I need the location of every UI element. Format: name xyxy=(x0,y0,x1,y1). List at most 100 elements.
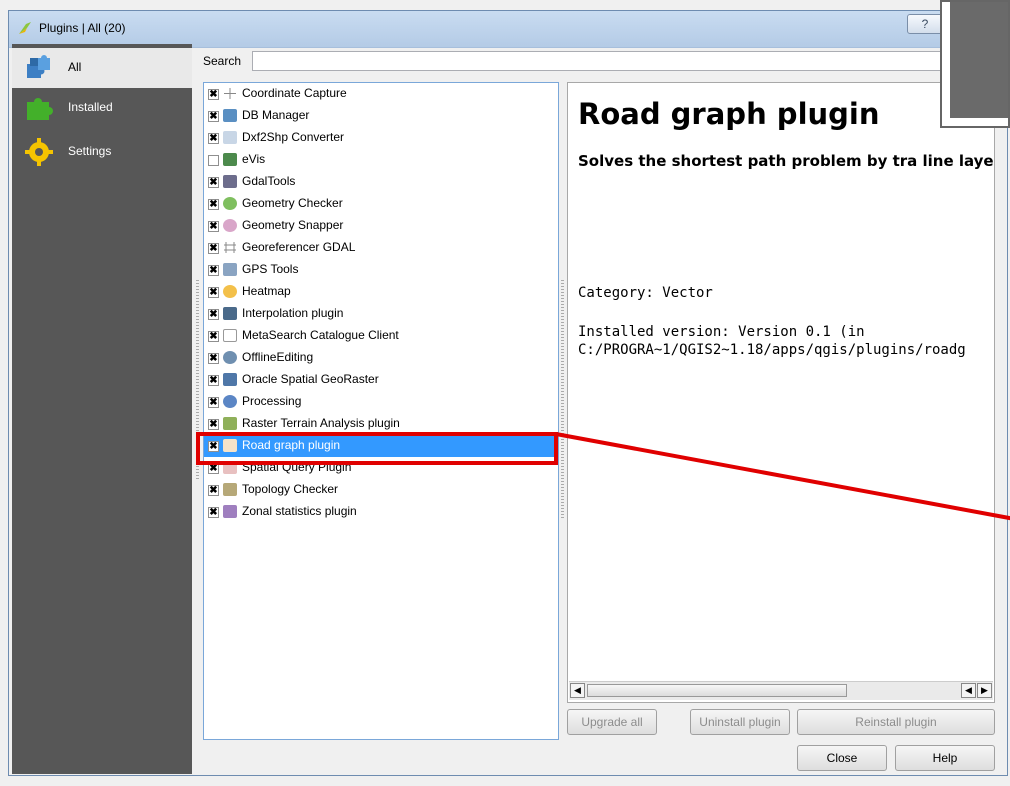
plugin-row-dxf2shp[interactable]: ✖ Dxf2Shp Converter xyxy=(204,127,558,149)
plugin-row-processing[interactable]: ✖ Processing xyxy=(204,391,558,413)
plugin-row-geometry-snapper[interactable]: ✖ Geometry Snapper xyxy=(204,215,558,237)
sidebar-item-label: Settings xyxy=(68,144,112,158)
sidebar-item-label: Installed xyxy=(68,100,113,114)
plugin-details-description: Solves the shortest path problem by tra … xyxy=(578,152,995,170)
plugin-checkbox[interactable]: ✖ xyxy=(208,353,219,364)
search-input[interactable] xyxy=(252,51,952,71)
plugin-row-interpolation[interactable]: ✖ Interpolation plugin xyxy=(204,303,558,325)
plugin-row-gps-tools[interactable]: ✖ GPS Tools xyxy=(204,259,558,281)
plugin-row-db-manager[interactable]: ✖ DB Manager xyxy=(204,105,558,127)
scrollbar-thumb[interactable] xyxy=(587,684,847,697)
plugin-row-geometry-checker[interactable]: ✖ Geometry Checker xyxy=(204,193,558,215)
help-button[interactable]: Help xyxy=(895,745,995,771)
zonal-statistics-icon xyxy=(223,505,237,518)
plugin-label: Oracle Spatial GeoRaster xyxy=(242,372,379,386)
scroll-left-arrow-icon[interactable]: ◀ xyxy=(570,683,585,698)
plugin-checkbox[interactable]: ✖ xyxy=(208,331,219,342)
plugin-label: MetaSearch Catalogue Client xyxy=(242,328,399,342)
plugin-checkbox[interactable]: ✖ xyxy=(208,89,219,100)
plugin-details-pane: Road graph plugin Solves the shortest pa… xyxy=(567,82,995,703)
right-splitter-handle[interactable] xyxy=(561,280,564,520)
plugin-row-evis[interactable]: eVis xyxy=(204,149,558,171)
plugin-details-category: Category: Vector xyxy=(578,285,713,301)
oracle-georaster-icon xyxy=(223,373,237,386)
evis-icon xyxy=(223,153,237,166)
heatmap-icon xyxy=(223,285,237,298)
plugin-label: Processing xyxy=(242,394,302,408)
plugin-checkbox[interactable]: ✖ xyxy=(208,507,219,518)
sidebar-item-settings[interactable]: Settings xyxy=(12,132,192,172)
plugin-checkbox[interactable]: ✖ xyxy=(208,375,219,386)
plugin-row-topology-checker[interactable]: ✖ Topology Checker xyxy=(204,479,558,501)
plugin-label: Zonal statistics plugin xyxy=(242,504,357,518)
plugin-label: Geometry Checker xyxy=(242,196,343,210)
plugin-label: GdalTools xyxy=(242,174,296,188)
plugin-row-metasearch[interactable]: ✖ MetaSearch Catalogue Client xyxy=(204,325,558,347)
database-icon xyxy=(223,109,237,122)
details-horizontal-scrollbar[interactable]: ◀ ◀ ▶ xyxy=(569,681,993,700)
scroll-left-small-arrow-icon[interactable]: ◀ xyxy=(961,683,976,698)
plugin-details-installed-version: Installed version: Version 0.1 (in C:/PR… xyxy=(578,324,966,358)
plugin-checkbox[interactable]: ✖ xyxy=(208,309,219,320)
plugin-label: Heatmap xyxy=(242,284,291,298)
all-puzzle-icon xyxy=(27,55,50,78)
plugin-checkbox[interactable]: ✖ xyxy=(208,265,219,276)
dxf-convert-icon xyxy=(223,131,237,144)
reinstall-plugin-button[interactable]: Reinstall plugin xyxy=(797,709,995,735)
plugin-checkbox[interactable]: ✖ xyxy=(208,485,219,496)
plugin-label: GPS Tools xyxy=(242,262,299,276)
plugin-label: Coordinate Capture xyxy=(242,86,347,100)
plugin-row-offline-editing[interactable]: ✖ OfflineEditing xyxy=(204,347,558,369)
plugin-checkbox[interactable]: ✖ xyxy=(208,221,219,232)
plugin-row-heatmap[interactable]: ✖ Heatmap xyxy=(204,281,558,303)
sidebar-item-installed[interactable]: Installed xyxy=(12,88,192,128)
uninstall-plugin-button[interactable]: Uninstall plugin xyxy=(690,709,790,735)
upgrade-all-button[interactable]: Upgrade all xyxy=(567,709,657,735)
metasearch-icon xyxy=(223,329,237,342)
crosshair-icon xyxy=(224,88,236,99)
processing-gear-icon xyxy=(223,395,237,408)
plugin-checkbox[interactable]: ✖ xyxy=(208,177,219,188)
plugin-row-gdaltools[interactable]: ✖ GdalTools xyxy=(204,171,558,193)
plugin-checkbox[interactable]: ✖ xyxy=(208,199,219,210)
sidebar-item-all[interactable]: All xyxy=(12,48,192,88)
plugin-label: Georeferencer GDAL xyxy=(242,240,356,254)
plugin-label: eVis xyxy=(242,152,266,166)
plugin-label: Dxf2Shp Converter xyxy=(242,130,345,144)
plugin-label: Raster Terrain Analysis plugin xyxy=(242,416,400,430)
scroll-right-arrow-icon[interactable]: ▶ xyxy=(977,683,992,698)
geometry-checker-icon xyxy=(223,197,237,210)
qgis-logo-icon xyxy=(19,22,31,34)
search-label: Search xyxy=(203,54,242,68)
gps-icon xyxy=(223,263,237,276)
plugin-label: Interpolation plugin xyxy=(242,306,344,320)
plugin-details-title: Road graph plugin xyxy=(578,97,880,131)
plugin-checkbox[interactable]: ✖ xyxy=(208,397,219,408)
plugin-label: Topology Checker xyxy=(242,482,339,496)
plugin-checkbox-unchecked[interactable] xyxy=(208,155,219,166)
context-help-button[interactable]: ? xyxy=(907,14,943,34)
interpolation-icon xyxy=(223,307,237,320)
geometry-snapper-icon xyxy=(223,219,237,232)
window-title: Plugins | All (20) xyxy=(39,21,126,35)
plugin-label: DB Manager xyxy=(242,108,310,122)
close-button[interactable]: Close xyxy=(797,745,887,771)
plugin-checkbox[interactable]: ✖ xyxy=(208,111,219,122)
overlay-window-content xyxy=(950,2,1008,118)
topology-checker-icon xyxy=(223,483,237,496)
gdal-icon xyxy=(223,175,237,188)
plugin-checkbox[interactable]: ✖ xyxy=(208,133,219,144)
georeferencer-icon xyxy=(224,242,236,253)
raster-terrain-icon xyxy=(223,417,237,430)
plugin-row-oracle-georaster[interactable]: ✖ Oracle Spatial GeoRaster xyxy=(204,369,558,391)
plugin-row-zonal-statistics[interactable]: ✖ Zonal statistics plugin xyxy=(204,501,558,523)
plugin-checkbox[interactable]: ✖ xyxy=(208,419,219,430)
plugin-checkbox[interactable]: ✖ xyxy=(208,243,219,254)
plugin-row-georeferencer[interactable]: ✖ Georeferencer GDAL xyxy=(204,237,558,259)
plugin-row-coordinate-capture[interactable]: ✖ Coordinate Capture xyxy=(204,83,558,105)
plugin-checkbox[interactable]: ✖ xyxy=(208,287,219,298)
installed-puzzle-icon xyxy=(27,98,53,120)
highlight-box-annotation xyxy=(196,432,558,465)
settings-gear-icon xyxy=(25,138,53,166)
plugin-list[interactable]: ✖ Coordinate Capture ✖ DB Manager ✖ Dxf2… xyxy=(203,82,559,740)
